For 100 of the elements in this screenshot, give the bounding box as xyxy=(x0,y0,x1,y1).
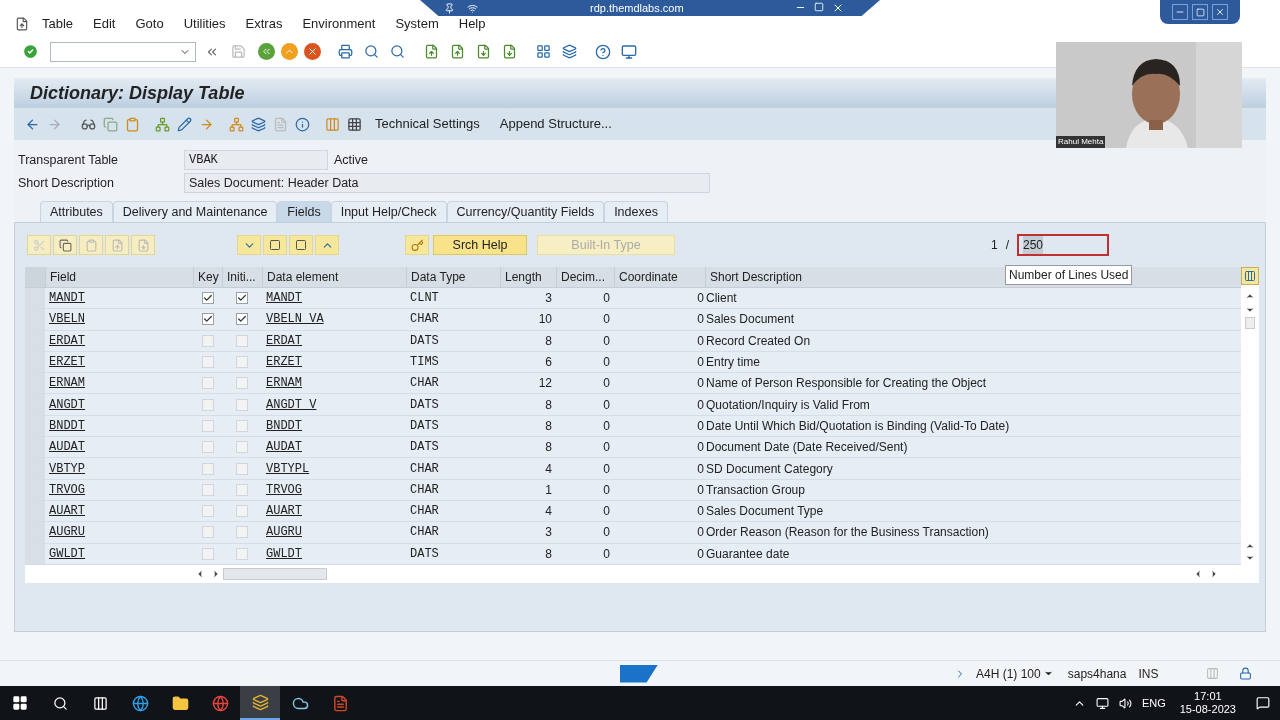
menu-item[interactable]: System xyxy=(385,14,449,34)
checkbox[interactable] xyxy=(201,547,214,560)
column-header[interactable]: Coordinate xyxy=(614,267,705,287)
menu-item[interactable]: Goto xyxy=(125,14,174,34)
table-cell-text: 6 xyxy=(544,354,553,372)
column-header[interactable]: Length xyxy=(500,267,556,287)
field-link[interactable]: ERDAT xyxy=(45,331,193,350)
command-field[interactable] xyxy=(50,41,196,62)
tab[interactable]: Fields xyxy=(277,201,331,222)
total-lines-field[interactable]: 250 xyxy=(1017,234,1109,256)
checkbox[interactable] xyxy=(236,526,248,539)
cancel-icon[interactable] xyxy=(304,43,321,60)
field-link[interactable]: AUART xyxy=(45,502,193,521)
table-cell-text: 0 xyxy=(696,311,705,329)
table-cell-text: AUGRU xyxy=(265,524,303,542)
field-link[interactable]: ANGDT xyxy=(45,395,193,414)
checkbox[interactable] xyxy=(236,441,248,454)
checkbox[interactable] xyxy=(236,377,248,390)
checkbox[interactable] xyxy=(201,356,214,369)
menu-item[interactable]: Extras xyxy=(235,14,293,34)
toolbar-button[interactable]: Technical Settings xyxy=(366,114,489,134)
checkbox[interactable] xyxy=(201,505,214,518)
column-header[interactable]: Data element xyxy=(262,267,406,287)
column-header[interactable]: Key xyxy=(193,267,222,287)
checkbox[interactable] xyxy=(236,483,248,496)
minimize-button[interactable] xyxy=(1172,4,1188,20)
tab[interactable]: Indexes xyxy=(604,201,668,222)
field-link[interactable]: AUDAT xyxy=(45,438,193,457)
separator-text: / xyxy=(1005,237,1009,254)
field-link[interactable]: GWLDT xyxy=(45,544,193,563)
table-cell-text: Date Until Which Bid/Quotation is Binding (Valid-To Date) xyxy=(705,417,1011,435)
checkbox[interactable] xyxy=(236,505,248,518)
tab[interactable]: Input Help/Check xyxy=(330,201,447,222)
column-header[interactable]: Field xyxy=(45,267,193,287)
tab[interactable]: Attributes xyxy=(40,201,113,222)
table-cell-text: TRVOG xyxy=(265,481,303,499)
table-button[interactable]: Srch Help xyxy=(433,235,527,255)
tab[interactable]: Currency/Quantity Fields xyxy=(446,201,605,222)
toolbar-button[interactable]: Append Structure... xyxy=(490,114,621,134)
notification-icon xyxy=(1256,696,1270,710)
table-cell-text: 0 xyxy=(602,375,611,393)
checkbox[interactable] xyxy=(201,334,214,347)
checkbox[interactable] xyxy=(201,377,214,390)
sap-app-icon[interactable] xyxy=(240,686,280,720)
field-link[interactable]: ERZET xyxy=(45,353,193,372)
scroll-left-icon xyxy=(1193,568,1203,579)
checkbox[interactable] xyxy=(236,334,248,347)
menu-item[interactable]: Table xyxy=(32,14,84,34)
restore-button[interactable] xyxy=(1192,4,1208,20)
checkbox[interactable] xyxy=(201,398,214,411)
checkbox[interactable] xyxy=(201,462,214,475)
checkbox[interactable] xyxy=(236,356,248,369)
tab[interactable]: Delivery and Maintenance xyxy=(112,201,278,222)
delete-row-icon[interactable] xyxy=(131,235,155,255)
table-name-field[interactable]: VBAK xyxy=(184,150,328,170)
table-cell-text: 0 xyxy=(696,545,705,563)
scroll-thumb[interactable] xyxy=(223,567,327,580)
checkbox[interactable] xyxy=(236,398,248,411)
field-link[interactable]: VBTYP xyxy=(45,459,193,478)
column-settings-icon[interactable] xyxy=(1241,267,1259,285)
checkbox[interactable] xyxy=(201,419,214,432)
table-cell-text: 0 xyxy=(602,545,611,563)
checkbox[interactable] xyxy=(236,547,248,560)
description-field[interactable]: Sales Document: Header Data xyxy=(184,173,710,193)
menu-item[interactable]: Edit xyxy=(83,14,126,34)
checkbox[interactable] xyxy=(236,292,248,305)
column-header[interactable]: Initi... xyxy=(222,267,262,287)
field-link[interactable]: AUGRU xyxy=(45,523,193,542)
chevron-up-icon[interactable] xyxy=(315,235,339,255)
checkbox[interactable] xyxy=(201,292,214,305)
table-cell-text: 0 xyxy=(696,439,705,457)
back-icon[interactable] xyxy=(258,43,275,60)
field-link[interactable]: VBELN xyxy=(45,310,193,329)
checkbox[interactable] xyxy=(236,419,248,432)
menu-item[interactable]: Environment xyxy=(292,14,386,34)
column-header[interactable]: Data Type xyxy=(406,267,500,287)
table-cell-text: 12 xyxy=(537,375,553,393)
table-cell-text: MANDT xyxy=(265,290,303,308)
chevron-down-icon[interactable] xyxy=(237,235,261,255)
checkbox[interactable] xyxy=(201,313,214,326)
menu-item[interactable]: Utilities xyxy=(173,14,236,34)
scroll-thumb[interactable] xyxy=(1245,317,1255,329)
close-button[interactable] xyxy=(1212,4,1228,20)
menu-item[interactable]: Help xyxy=(448,14,496,34)
insert-row-icon[interactable] xyxy=(105,235,129,255)
exit-icon[interactable] xyxy=(281,43,298,60)
checkbox[interactable] xyxy=(201,483,214,496)
field-link[interactable]: MANDT xyxy=(45,289,193,308)
checkbox[interactable] xyxy=(236,313,248,326)
key-icon[interactable] xyxy=(405,235,429,255)
field-link[interactable]: ERNAM xyxy=(45,374,193,393)
volume-icon xyxy=(1118,696,1132,710)
checkbox[interactable] xyxy=(201,441,214,454)
system-info[interactable]: A4H (1) 100 xyxy=(976,664,1041,683)
checkbox[interactable] xyxy=(201,526,214,539)
field-link[interactable]: TRVOG xyxy=(45,480,193,499)
language-indicator[interactable]: ENG xyxy=(1141,694,1166,712)
column-header[interactable]: Decim... xyxy=(556,267,614,287)
field-link[interactable]: BNDDT xyxy=(45,416,193,435)
checkbox[interactable] xyxy=(236,462,248,475)
